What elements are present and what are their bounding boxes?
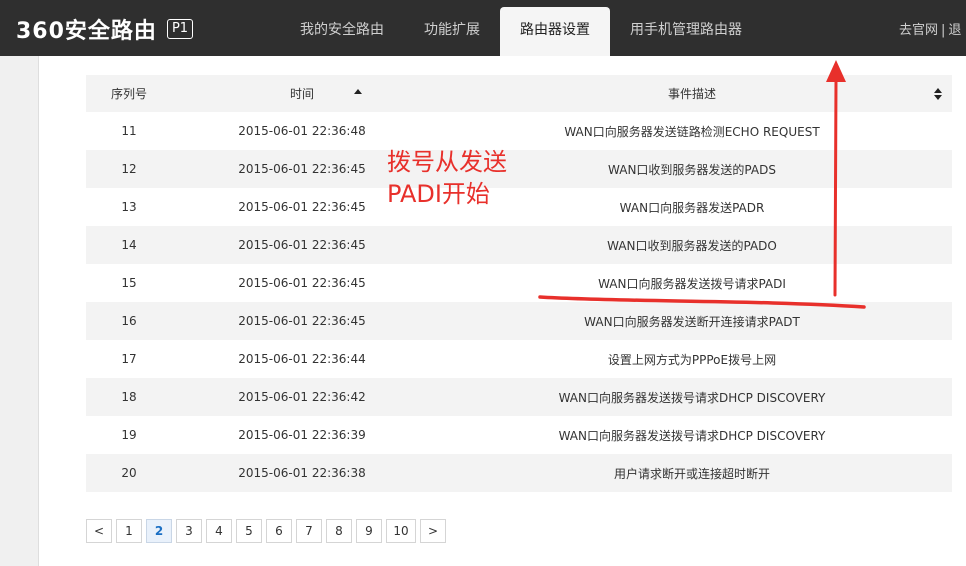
link-separator: | xyxy=(941,23,946,38)
cell-index: 13 xyxy=(121,200,137,214)
cell-time: 2015-06-01 22:36:42 xyxy=(172,378,432,416)
next-page-button[interactable]: > xyxy=(420,519,446,543)
header-description-label: 事件描述 xyxy=(667,87,716,101)
annotation-line-1: 拨号从发送 xyxy=(387,148,507,176)
table-body: 11 2015-06-01 22:36:48 WAN口向服务器发送链路检测ECHO … xyxy=(86,112,952,492)
top-navigation-bar: 360安全路由 P1 我的安全路由 功能扩展 路由器设置 用手机管理路由器 去官… xyxy=(0,0,966,56)
logout-link[interactable]: 退 xyxy=(948,23,961,38)
cell-time: 2015-06-01 22:36:45 xyxy=(172,226,432,264)
page-button[interactable]: 6 xyxy=(266,519,292,543)
table-row: 17 2015-06-01 22:36:44 设置上网方式为PPPoE拨号上网 xyxy=(86,340,952,378)
cell-index: 16 xyxy=(86,302,172,340)
header-description[interactable]: 事件描述 xyxy=(432,75,952,112)
cell-index: 17 xyxy=(121,352,137,366)
cell-time: 2015-06-01 22:36:38 xyxy=(172,454,432,492)
cell-time: 2015-06-01 22:36:39 xyxy=(238,428,366,442)
table-header-row: 序列号 时间 事件描述 xyxy=(86,75,952,112)
header-time-label: 时间 xyxy=(289,87,314,101)
table-row: 20 2015-06-01 22:36:38 用户请求断开或连接超时断开 xyxy=(86,454,952,492)
page-button[interactable]: 1 xyxy=(116,519,142,543)
cell-index: 15 xyxy=(121,276,137,290)
table-row: 11 2015-06-01 22:36:48 WAN口向服务器发送链路检测ECHO … xyxy=(86,112,952,150)
header-time[interactable]: 时间 xyxy=(172,75,432,112)
top-right-links: 去官网 | 退 xyxy=(899,0,961,56)
page-button[interactable]: 5 xyxy=(236,519,262,543)
annotation-note: 拨号从发送 PADI开始 xyxy=(387,146,507,210)
cell-description: WAN口向服务器发送PADR xyxy=(619,200,765,215)
cell-description: WAN口向服务器发送拨号请求DHCP DISCOVERY xyxy=(558,428,826,443)
cell-description: 设置上网方式为PPPoE拨号上网 xyxy=(607,352,777,367)
cell-description: WAN口收到服务器发送的PADS xyxy=(432,150,952,188)
sort-toggle-icon[interactable] xyxy=(934,88,942,100)
tab-router-settings[interactable]: 路由器设置 xyxy=(500,7,610,56)
page-button[interactable]: 9 xyxy=(356,519,382,543)
prev-page-button[interactable]: < xyxy=(86,519,112,543)
cell-index: 12 xyxy=(86,150,172,188)
model-badge: P1 xyxy=(166,19,194,39)
sort-ascending-icon[interactable] xyxy=(354,89,362,94)
annotation-line-2: PADI开始 xyxy=(387,180,490,208)
header-index: 序列号 xyxy=(86,75,172,112)
page-button[interactable]: 8 xyxy=(326,519,352,543)
table-row: 18 2015-06-01 22:36:42 WAN口向服务器发送拨号请求DHCP … xyxy=(86,378,952,416)
cell-description: WAN口向服务器发送拨号请求PADI xyxy=(598,276,786,291)
cell-description: WAN口向服务器发送断开连接请求PADT xyxy=(432,302,952,340)
cell-index: 20 xyxy=(86,454,172,492)
official-site-link[interactable]: 去官网 xyxy=(899,23,938,38)
page-button-current[interactable]: 2 xyxy=(146,519,172,543)
table-row: 14 2015-06-01 22:36:45 WAN口收到服务器发送的PADO xyxy=(86,226,952,264)
table-row: 12 2015-06-01 22:36:45 WAN口收到服务器发送的PADS xyxy=(86,150,952,188)
page-button[interactable]: 10 xyxy=(386,519,416,543)
cell-description: WAN口向服务器发送拨号请求DHCP DISCOVERY xyxy=(432,378,952,416)
tab-extensions[interactable]: 功能扩展 xyxy=(404,0,500,56)
cell-time: 2015-06-01 22:36:45 xyxy=(172,302,432,340)
cell-description: 用户请求断开或连接超时断开 xyxy=(432,454,952,492)
cell-time: 2015-06-01 22:36:48 xyxy=(238,124,366,138)
page-button[interactable]: 7 xyxy=(296,519,322,543)
cell-time: 2015-06-01 22:36:44 xyxy=(238,352,366,366)
event-log-table: 序列号 时间 事件描述 11 2015-06-01 22:36:48 WAN口向服务… xyxy=(86,75,952,492)
brand-name: 360安全路由 xyxy=(16,19,157,44)
tab-mobile-manage[interactable]: 用手机管理路由器 xyxy=(610,0,762,56)
brand-logo[interactable]: 360安全路由 P1 xyxy=(16,14,194,44)
table-row: 19 2015-06-01 22:36:39 WAN口向服务器发送拨号请求DHCP … xyxy=(86,416,952,454)
pagination: < 1 2 3 4 5 6 7 8 9 10 > xyxy=(86,519,450,543)
cell-index: 14 xyxy=(86,226,172,264)
table-row: 16 2015-06-01 22:36:45 WAN口向服务器发送断开连接请求PAD… xyxy=(86,302,952,340)
table-row: 15 2015-06-01 22:36:45 WAN口向服务器发送拨号请求PADI xyxy=(86,264,952,302)
cell-index: 11 xyxy=(121,124,137,138)
page-button[interactable]: 4 xyxy=(206,519,232,543)
cell-index: 19 xyxy=(121,428,137,442)
tab-my-router[interactable]: 我的安全路由 xyxy=(280,0,404,56)
cell-description: WAN口收到服务器发送的PADO xyxy=(432,226,952,264)
table-row: 13 2015-06-01 22:36:45 WAN口向服务器发送PADR xyxy=(86,188,952,226)
cell-description: WAN口向服务器发送链路检测ECHO REQUEST xyxy=(564,124,820,139)
cell-index: 18 xyxy=(86,378,172,416)
cell-time: 2015-06-01 22:36:45 xyxy=(238,276,366,290)
main-nav: 我的安全路由 功能扩展 路由器设置 用手机管理路由器 xyxy=(280,0,762,56)
page-button[interactable]: 3 xyxy=(176,519,202,543)
